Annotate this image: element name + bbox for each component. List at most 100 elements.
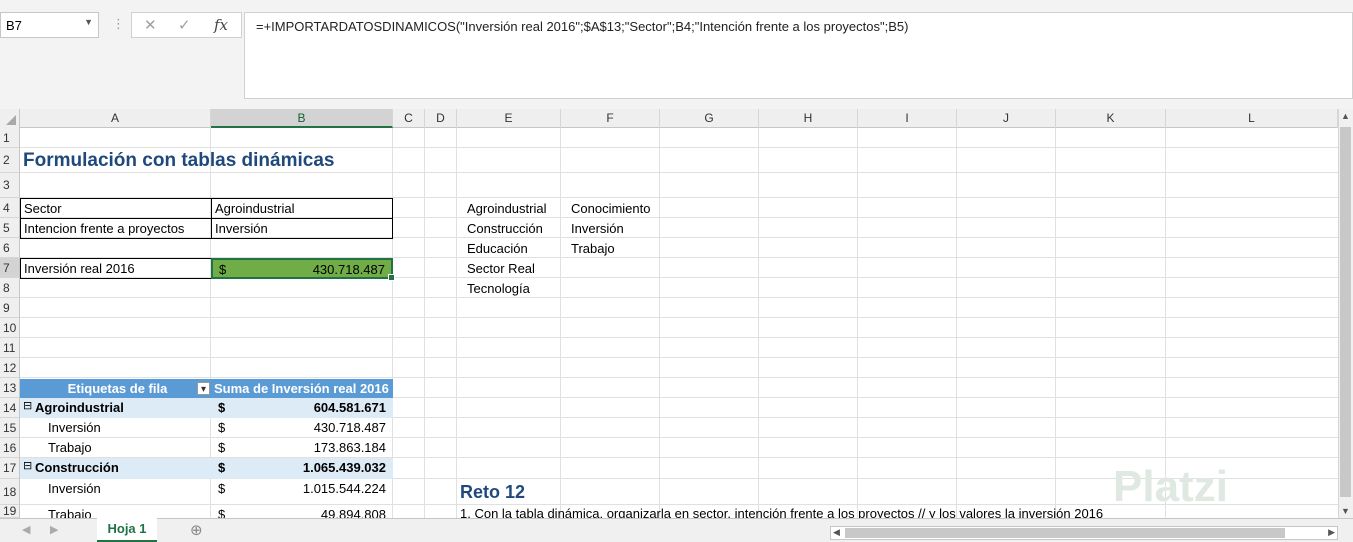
cell-e7[interactable]: Sector Real xyxy=(464,259,535,279)
column-header-h[interactable]: H xyxy=(759,109,858,128)
pivot-row[interactable]: Inversión $430.718.487 xyxy=(20,418,393,438)
gridline-horizontal xyxy=(20,337,1338,338)
column-header-j[interactable]: J xyxy=(957,109,1056,128)
scroll-down-icon[interactable]: ▼ xyxy=(1341,506,1350,516)
row-header-5[interactable]: 5 xyxy=(0,218,20,238)
column-header-l[interactable]: L xyxy=(1166,109,1338,128)
column-header-e[interactable]: E xyxy=(457,109,561,128)
sheet-tab-hoja-1[interactable]: Hoja 1 xyxy=(97,518,157,542)
row-header-6[interactable]: 6 xyxy=(0,238,20,258)
row-header-18[interactable]: 18 xyxy=(0,479,20,505)
filter-dropdown-icon[interactable]: ▾ xyxy=(197,382,210,395)
scroll-up-icon[interactable]: ▲ xyxy=(1341,111,1350,121)
row-header-1[interactable]: 1 xyxy=(0,128,20,148)
pivot-row-label: Agroindustrial xyxy=(35,400,124,415)
row-header-7[interactable]: 7 xyxy=(0,258,20,278)
cell-b4[interactable]: Agroindustrial xyxy=(211,198,393,219)
row-header-8[interactable]: 8 xyxy=(0,278,20,298)
column-header-a[interactable]: A xyxy=(20,109,211,128)
pivot-row[interactable]: Inversión $1.015.544.224 xyxy=(20,479,393,505)
formula-input[interactable]: =+IMPORTARDATOSDINAMICOS("Inversión real… xyxy=(244,12,1353,99)
currency-symbol: $ xyxy=(219,262,227,277)
name-box[interactable]: B7 ▼ xyxy=(0,12,99,38)
row-header-10[interactable]: 10 xyxy=(0,318,20,338)
select-all-button[interactable] xyxy=(0,109,20,128)
hscroll-thumb[interactable] xyxy=(845,528,1285,538)
gridline-horizontal xyxy=(20,357,1338,358)
cell-f5[interactable]: Inversión xyxy=(568,219,624,239)
column-header-d[interactable]: D xyxy=(425,109,457,128)
row-header-19[interactable]: 19 xyxy=(0,505,20,518)
scrollbar-thumb[interactable] xyxy=(1340,127,1351,497)
row-header-13[interactable]: 13 xyxy=(0,378,20,398)
cell-f6[interactable]: Trabajo xyxy=(568,239,615,259)
column-header-b[interactable]: B xyxy=(211,109,393,128)
pivot-row-value: 49.894.808 xyxy=(320,507,386,518)
pivot-row-label: Inversión xyxy=(48,481,101,496)
platzi-watermark: Platzi xyxy=(1113,462,1228,511)
column-header-i[interactable]: I xyxy=(858,109,957,128)
prev-sheet-icon[interactable]: ◀ xyxy=(22,523,30,536)
formula-buttons: ✕ ✓ fx xyxy=(131,12,242,38)
column-header-k[interactable]: K xyxy=(1056,109,1166,128)
currency-symbol: $ xyxy=(218,440,226,455)
row-header-9[interactable]: 9 xyxy=(0,298,20,318)
vertical-scrollbar[interactable]: ▲ ▼ xyxy=(1338,109,1353,518)
collapse-icon[interactable]: ⊟ xyxy=(23,459,32,472)
cell-e4[interactable]: Agroindustrial xyxy=(464,199,547,219)
pivot-row-label: Trabajo xyxy=(48,507,92,518)
pivot-row-value: 430.718.487 xyxy=(313,420,386,435)
row-header-17[interactable]: 17 xyxy=(0,458,20,479)
scroll-right-icon[interactable]: ▶ xyxy=(1328,527,1335,538)
cell-b7-selected[interactable]: $ 430.718.487 xyxy=(211,258,395,281)
pivot-row[interactable]: Construcción ⊟ $1.065.439.032 xyxy=(20,458,393,479)
next-sheet-icon[interactable]: ▶ xyxy=(50,523,58,536)
pivot-row-value: 1.065.439.032 xyxy=(302,460,386,475)
column-header-c[interactable]: C xyxy=(393,109,425,128)
cell-a2-title[interactable]: Formulación con tablas dinámicas xyxy=(20,148,334,173)
gridline-vertical xyxy=(1055,128,1056,518)
row-header-16[interactable]: 16 xyxy=(0,438,20,458)
scroll-left-icon[interactable]: ◀ xyxy=(833,527,840,538)
cell-a4[interactable]: Sector xyxy=(20,198,212,219)
pivot-row-value: 604.581.671 xyxy=(313,400,386,415)
check-icon[interactable]: ✓ xyxy=(178,16,191,34)
chevron-down-icon[interactable]: ▼ xyxy=(84,17,93,27)
cell-e8[interactable]: Tecnología xyxy=(464,279,530,299)
gridline-vertical xyxy=(560,128,561,518)
cell-e5[interactable]: Construcción xyxy=(464,219,543,239)
fill-handle[interactable] xyxy=(388,274,395,281)
row-header-3[interactable]: 3 xyxy=(0,173,20,198)
row-header-4[interactable]: 4 xyxy=(0,198,20,218)
pivot-header-rows[interactable]: Etiquetas de fila ▾ xyxy=(20,379,212,399)
cell-f4[interactable]: Conocimiento xyxy=(568,199,651,219)
pivot-row[interactable]: Trabajo $173.863.184 xyxy=(20,438,393,458)
currency-symbol: $ xyxy=(218,420,226,435)
cell-b5[interactable]: Inversión xyxy=(211,218,393,239)
add-sheet-icon[interactable]: ⊕ xyxy=(190,521,203,539)
pivot-row[interactable]: Agroindustrial ⊟ $604.581.671 xyxy=(20,398,393,418)
pivot-row[interactable]: Trabajo $49.894.808 xyxy=(20,505,393,518)
row-header-15[interactable]: 15 xyxy=(0,418,20,438)
row-header-2[interactable]: 2 xyxy=(0,148,20,173)
currency-symbol: $ xyxy=(218,507,226,518)
horizontal-scrollbar[interactable]: ◀ ▶ xyxy=(830,526,1338,540)
cancel-icon[interactable]: ✕ xyxy=(144,16,157,34)
row-header-12[interactable]: 12 xyxy=(0,358,20,378)
gridline-horizontal xyxy=(20,297,1338,298)
pivot-row-label: Construcción xyxy=(35,460,119,475)
column-header-f[interactable]: F xyxy=(561,109,660,128)
collapse-icon[interactable]: ⊟ xyxy=(23,399,32,412)
cell-a7[interactable]: Inversión real 2016 xyxy=(20,258,212,279)
pivot-header-values[interactable]: Suma de Inversión real 2016 xyxy=(211,379,393,399)
gridline-vertical xyxy=(1165,128,1166,518)
row-header-11[interactable]: 11 xyxy=(0,338,20,358)
insert-function-icon[interactable]: fx xyxy=(214,16,228,34)
cell-e18-heading[interactable]: Reto 12 xyxy=(457,479,525,505)
cell-a5[interactable]: Intencion frente a proyectos xyxy=(20,218,212,239)
column-header-g[interactable]: G xyxy=(660,109,759,128)
row-header-14[interactable]: 14 xyxy=(0,398,20,418)
gridline-vertical xyxy=(456,128,457,518)
gridline-vertical xyxy=(857,128,858,518)
cell-e6[interactable]: Educación xyxy=(464,239,528,259)
